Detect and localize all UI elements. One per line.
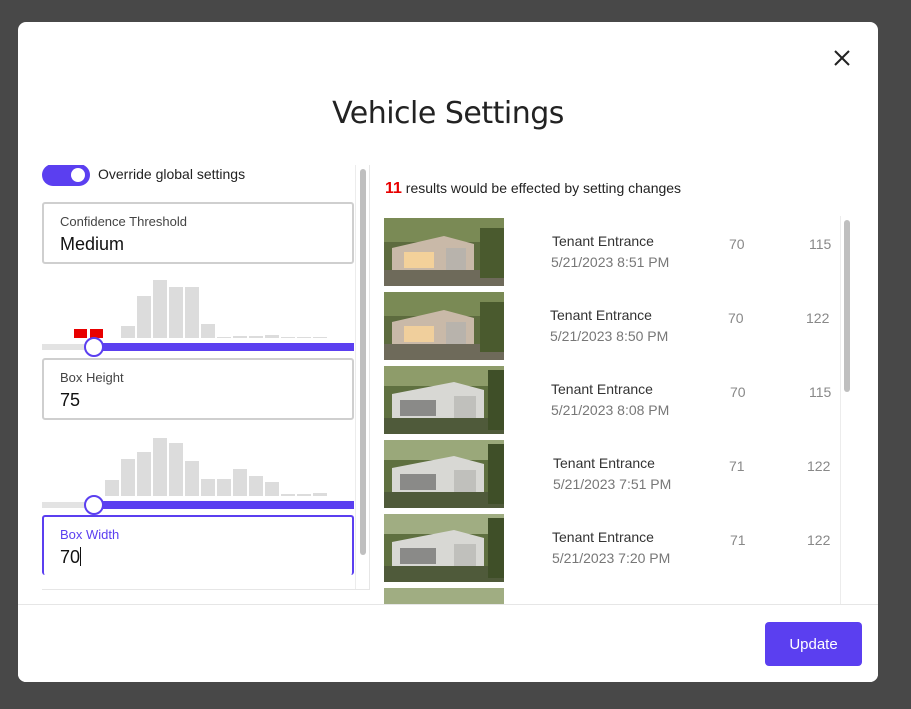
result-thumbnail <box>384 218 504 286</box>
box-height-histogram <box>42 438 354 496</box>
histogram-bar <box>201 324 215 338</box>
toggle-knob <box>71 168 85 182</box>
histogram-bar <box>249 336 263 338</box>
histogram-bar <box>105 480 119 496</box>
result-timestamp: 5/21/2023 7:51 PM <box>553 476 672 492</box>
result-camera: Tenant Entrance <box>550 307 652 323</box>
text-cursor <box>80 547 82 566</box>
histogram-bar <box>297 337 311 338</box>
histogram-bar <box>185 461 199 496</box>
confidence-slider[interactable] <box>42 337 354 357</box>
histogram-bar <box>153 438 167 496</box>
result-value-1: 70 <box>730 384 746 400</box>
histogram-bar <box>313 337 327 338</box>
box-width-field[interactable]: Box Width 70 <box>42 515 354 575</box>
slider-track-active <box>94 501 354 509</box>
update-button[interactable]: Update <box>765 622 862 666</box>
result-camera: Tenant Entrance <box>551 381 653 397</box>
list-item[interactable] <box>384 588 844 604</box>
result-value-2: 122 <box>806 310 830 326</box>
result-thumbnail <box>384 366 504 434</box>
box-height-value: 75 <box>60 390 81 410</box>
modal-footer: Update <box>18 604 878 682</box>
settings-scrollbar-thumb[interactable] <box>360 169 366 555</box>
histogram-bar <box>249 476 263 496</box>
histogram-bar <box>169 287 183 338</box>
result-thumbnail <box>384 440 504 508</box>
box-width-label: Box Width <box>60 527 120 542</box>
list-item[interactable]: Tenant Entrance 5/21/2023 8:51 PM 70 115 <box>384 218 844 286</box>
result-timestamp: 5/21/2023 7:20 PM <box>552 550 671 566</box>
histogram-bar <box>217 479 231 496</box>
results-list: Tenant Entrance 5/21/2023 8:51 PM 70 115… <box>384 216 854 604</box>
results-summary: 11 results would be effected by setting … <box>385 180 681 198</box>
histogram-bar <box>121 459 135 496</box>
histogram-bar <box>281 494 295 496</box>
slider-track-active <box>94 343 354 351</box>
settings-panel: Override global settings Confidence Thre… <box>42 165 370 590</box>
histogram-bar <box>297 494 311 496</box>
histogram-bar <box>217 337 231 338</box>
result-value-2: 115 <box>809 384 832 400</box>
histogram-bar <box>233 469 247 496</box>
result-value-2: 122 <box>807 458 831 474</box>
box-height-slider[interactable] <box>42 495 354 515</box>
histogram-bar <box>201 479 215 496</box>
modal-title: Vehicle Settings <box>332 96 564 131</box>
box-height-label: Box Height <box>60 370 124 385</box>
result-value-1: 71 <box>730 532 746 548</box>
result-timestamp: 5/21/2023 8:51 PM <box>551 254 670 270</box>
box-width-value: 70 <box>60 547 81 567</box>
histogram-bar <box>74 329 87 338</box>
result-camera: Tenant Entrance <box>553 455 655 471</box>
result-timestamp: 5/21/2023 8:08 PM <box>551 402 670 418</box>
result-value-2: 115 <box>809 236 832 252</box>
override-toggle[interactable] <box>42 165 90 186</box>
confidence-threshold-label: Confidence Threshold <box>60 214 187 229</box>
confidence-threshold-select[interactable]: Confidence Threshold Medium <box>42 202 354 264</box>
result-camera: Tenant Entrance <box>552 233 654 249</box>
confidence-histogram <box>42 280 354 338</box>
result-camera: Tenant Entrance <box>552 529 654 545</box>
result-thumbnail <box>384 292 504 360</box>
histogram-bar <box>281 337 295 338</box>
result-value-1: 70 <box>728 310 744 326</box>
result-value-2: 122 <box>807 532 831 548</box>
list-item[interactable]: Tenant Entrance 5/21/2023 7:51 PM 71 122 <box>384 440 844 508</box>
histogram-bar <box>137 296 151 338</box>
results-scrollbar-thumb[interactable] <box>844 220 850 392</box>
histogram-bar <box>169 443 183 496</box>
histogram-bar <box>185 287 199 338</box>
results-summary-text: results would be effected by setting cha… <box>401 180 682 196</box>
confidence-slider-thumb[interactable] <box>84 337 104 357</box>
result-thumbnail <box>384 514 504 582</box>
box-height-field[interactable]: Box Height 75 <box>42 358 354 420</box>
result-value-1: 70 <box>729 236 745 252</box>
histogram-bar <box>313 493 327 496</box>
histogram-bar <box>121 326 135 338</box>
box-height-slider-thumb[interactable] <box>84 495 104 515</box>
confidence-threshold-value: Medium <box>60 234 125 254</box>
close-icon[interactable] <box>832 48 852 68</box>
list-item[interactable]: Tenant Entrance 5/21/2023 7:20 PM 71 122 <box>384 514 844 582</box>
histogram-bar <box>137 452 151 496</box>
histogram-bar <box>233 336 247 338</box>
list-item[interactable]: Tenant Entrance 5/21/2023 8:50 PM 70 122 <box>384 292 844 360</box>
histogram-bar <box>265 482 279 496</box>
box-width-input[interactable]: 70 <box>60 547 82 568</box>
result-value-1: 71 <box>729 458 745 474</box>
vehicle-settings-modal: Vehicle Settings Override global setting… <box>18 22 878 682</box>
result-thumbnail <box>384 588 504 604</box>
list-item[interactable]: Tenant Entrance 5/21/2023 8:08 PM 70 115 <box>384 366 844 434</box>
histogram-bar <box>153 280 167 338</box>
override-label: Override global settings <box>98 166 246 182</box>
histogram-bar <box>265 335 279 338</box>
results-count: 11 <box>385 180 402 197</box>
result-timestamp: 5/21/2023 8:50 PM <box>550 328 669 344</box>
